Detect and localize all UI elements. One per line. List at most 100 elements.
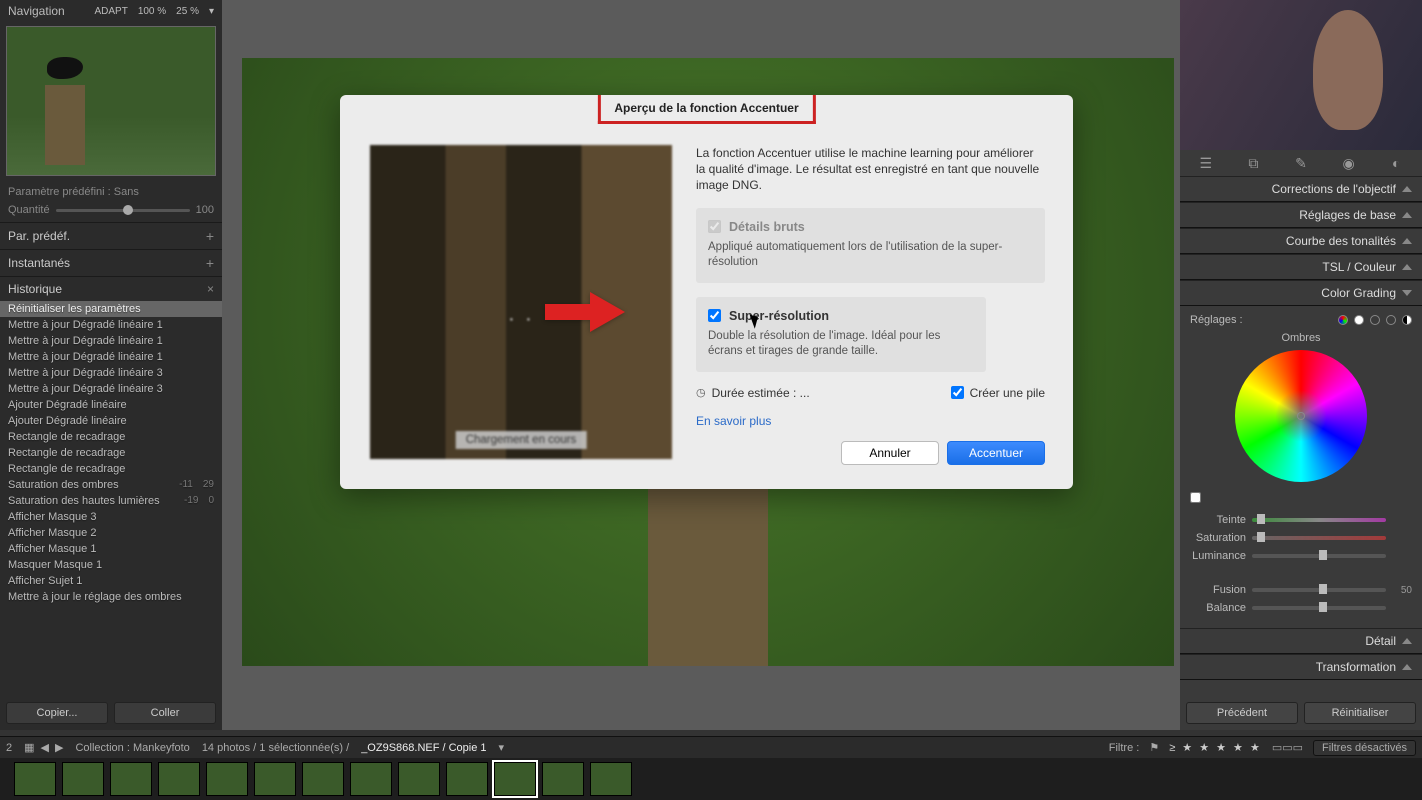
mode-shadows-icon[interactable]: [1354, 315, 1364, 325]
filmstrip-thumb[interactable]: [254, 762, 296, 796]
zoom-menu-icon[interactable]: ▾: [209, 6, 214, 17]
filmstrip-thumb[interactable]: [158, 762, 200, 796]
teinte-slider[interactable]: Teinte: [1190, 514, 1412, 526]
zoom-25[interactable]: 25 %: [176, 6, 199, 17]
sliders-icon[interactable]: ☰: [1195, 154, 1217, 172]
tone-curve-section[interactable]: Courbe des tonalités: [1180, 228, 1422, 254]
mode-all-icon[interactable]: [1338, 315, 1348, 325]
detail-section[interactable]: Détail: [1180, 628, 1422, 654]
reset-button[interactable]: Réinitialiser: [1304, 702, 1416, 724]
cancel-button[interactable]: Annuler: [841, 441, 939, 465]
color-grading-section[interactable]: Color Grading: [1180, 280, 1422, 306]
filmstrip-thumb[interactable]: [350, 762, 392, 796]
history-item[interactable]: Mettre à jour Dégradé linéaire 1: [0, 317, 222, 333]
filmstrip-thumb[interactable]: [14, 762, 56, 796]
filmstrip[interactable]: [0, 758, 1422, 800]
fusion-slider[interactable]: Fusion50: [1190, 584, 1412, 596]
filmstrip-thumb[interactable]: [542, 762, 584, 796]
quantity-slider[interactable]: Quantité 100: [0, 202, 222, 222]
history-item[interactable]: Rectangle de recadrage: [0, 429, 222, 445]
mode-mid-icon[interactable]: [1370, 315, 1380, 325]
history-item[interactable]: Mettre à jour Dégradé linéaire 3: [0, 365, 222, 381]
ombres-label: Ombres: [1190, 332, 1412, 344]
basic-section[interactable]: Réglages de base: [1180, 202, 1422, 228]
copy-button[interactable]: Copier...: [6, 702, 108, 724]
loading-label: Chargement en cours: [456, 431, 587, 449]
add-snapshot-icon[interactable]: +: [206, 255, 214, 271]
filmstrip-thumb[interactable]: [446, 762, 488, 796]
filmstrip-thumb[interactable]: [110, 762, 152, 796]
reglages-label: Réglages :: [1190, 314, 1243, 326]
color-wheel[interactable]: [1235, 350, 1367, 482]
luminance-slider[interactable]: Luminance: [1190, 550, 1412, 562]
history-item[interactable]: Mettre à jour Dégradé linéaire 1: [0, 349, 222, 365]
tsl-section[interactable]: TSL / Couleur: [1180, 254, 1422, 280]
color-grading-lock-checkbox[interactable]: [1190, 492, 1201, 503]
history-list[interactable]: Réinitialiser les paramètresMettre à jou…: [0, 301, 222, 696]
history-item[interactable]: Ajouter Dégradé linéaire: [0, 413, 222, 429]
history-item[interactable]: Afficher Sujet 1: [0, 573, 222, 589]
history-item[interactable]: Mettre à jour Dégradé linéaire 3: [0, 381, 222, 397]
history-item[interactable]: Ajouter Dégradé linéaire: [0, 397, 222, 413]
filmstrip-thumb[interactable]: [590, 762, 632, 796]
previous-button[interactable]: Précédent: [1186, 702, 1298, 724]
history-section[interactable]: Historique ×: [0, 276, 222, 301]
next-photo-icon[interactable]: ▶: [55, 741, 63, 754]
history-item[interactable]: Afficher Masque 3: [0, 509, 222, 525]
mode-global-icon[interactable]: [1402, 315, 1412, 325]
history-item[interactable]: Rectangle de recadrage: [0, 461, 222, 477]
eye-icon[interactable]: ◉: [1338, 154, 1360, 172]
history-item[interactable]: Réinitialiser les paramètres: [0, 301, 222, 317]
history-item[interactable]: Mettre à jour Dégradé linéaire 1: [0, 333, 222, 349]
filmstrip-thumb[interactable]: [62, 762, 104, 796]
filmstrip-thumb[interactable]: [494, 762, 536, 796]
preset-value[interactable]: Sans: [114, 186, 139, 198]
add-preset-icon[interactable]: +: [206, 228, 214, 244]
color-filter-icon[interactable]: ▭▭▭: [1272, 741, 1303, 754]
filmstrip-thumb[interactable]: [206, 762, 248, 796]
history-item[interactable]: Mettre à jour le réglage des ombres: [0, 589, 222, 605]
filename-label[interactable]: _OZ9S868.NEF / Copie 1: [361, 742, 486, 754]
zoom-levels[interactable]: ADAPT 100 % 25 % ▾: [94, 6, 214, 17]
info-bar: 2 ▦ ◀ ▶ Collection : Mankeyfoto 14 photo…: [0, 736, 1422, 758]
adapt-label[interactable]: ADAPT: [94, 6, 127, 17]
history-item[interactable]: Saturation des hautes lumières-190: [0, 493, 222, 509]
lens-corrections-section[interactable]: Corrections de l'objectif: [1180, 176, 1422, 202]
flag-filter-icon[interactable]: ⚑: [1149, 741, 1159, 754]
grid-view-icon[interactable]: ▦: [24, 741, 34, 754]
filmstrip-thumb[interactable]: [302, 762, 344, 796]
paste-button[interactable]: Coller: [114, 702, 216, 724]
crop-icon[interactable]: ⧉: [1242, 154, 1264, 172]
super-resolution-label: Super-résolution: [729, 309, 829, 323]
navigator-thumbnail[interactable]: [6, 26, 216, 176]
filename-menu-icon[interactable]: ▾: [499, 741, 505, 754]
mask-icon[interactable]: ◐: [1385, 154, 1407, 172]
history-item[interactable]: Afficher Masque 2: [0, 525, 222, 541]
history-item[interactable]: Saturation des ombres-1129: [0, 477, 222, 493]
history-item[interactable]: Rectangle de recadrage: [0, 445, 222, 461]
grading-mode-dots[interactable]: [1338, 315, 1412, 325]
presets-section[interactable]: Par. prédéf. +: [0, 222, 222, 249]
snapshots-section[interactable]: Instantanés +: [0, 249, 222, 276]
learn-more-link[interactable]: En savoir plus: [696, 414, 771, 428]
heal-icon[interactable]: ✎: [1290, 154, 1312, 172]
quantity-track[interactable]: [56, 209, 190, 212]
prev-photo-icon[interactable]: ◀: [41, 741, 49, 754]
filters-off-button[interactable]: Filtres désactivés: [1313, 740, 1416, 756]
strip-index[interactable]: 2: [6, 742, 12, 754]
transform-section[interactable]: Transformation: [1180, 654, 1422, 680]
zoom-100[interactable]: 100 %: [138, 6, 166, 17]
clear-history-icon[interactable]: ×: [207, 282, 214, 296]
create-stack-checkbox[interactable]: [951, 386, 964, 399]
filmstrip-thumb[interactable]: [398, 762, 440, 796]
enhance-preview[interactable]: • • Chargement en cours: [370, 145, 672, 459]
balance-slider[interactable]: Balance: [1190, 602, 1412, 614]
star-filter[interactable]: ≥ ★ ★ ★ ★ ★: [1169, 741, 1262, 754]
collection-label[interactable]: Collection : Mankeyfoto: [75, 742, 189, 754]
history-item[interactable]: Afficher Masque 1: [0, 541, 222, 557]
history-item[interactable]: Masquer Masque 1: [0, 557, 222, 573]
super-resolution-checkbox[interactable]: [708, 309, 721, 322]
enhance-button[interactable]: Accentuer: [947, 441, 1045, 465]
mode-high-icon[interactable]: [1386, 315, 1396, 325]
saturation-slider[interactable]: Saturation: [1190, 532, 1412, 544]
